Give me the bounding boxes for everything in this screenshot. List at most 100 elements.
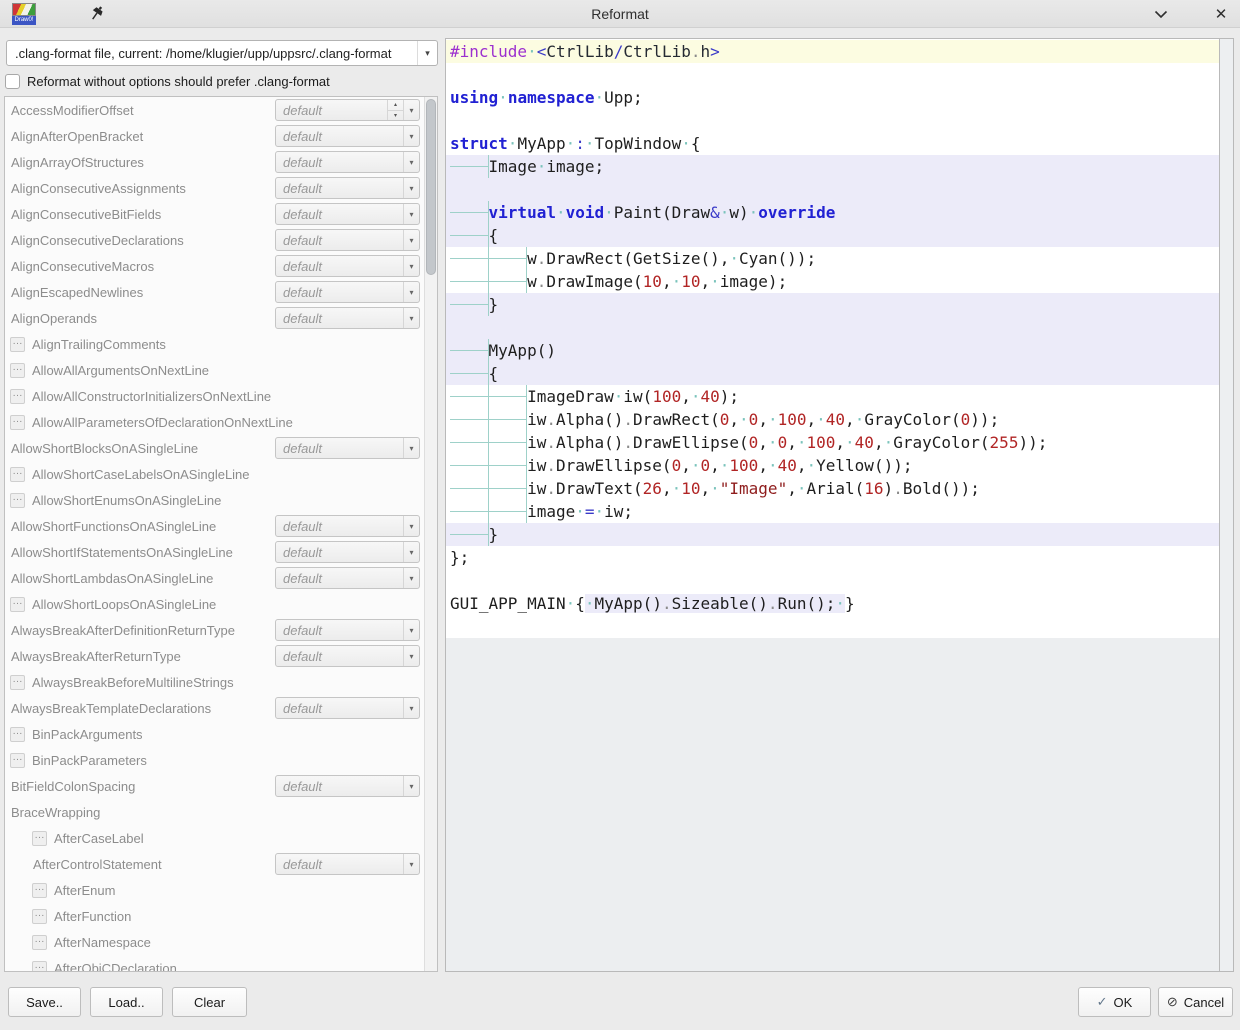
tristate-checkbox[interactable]: ··· xyxy=(32,935,47,950)
option-row: AlignAfterOpenBracketdefault▾ xyxy=(5,123,437,149)
option-dropdown[interactable]: default▾ xyxy=(275,177,420,199)
cancel-button[interactable]: ⊘ Cancel xyxy=(1158,987,1233,1017)
option-dropdown[interactable]: default▾ xyxy=(275,203,420,225)
options-list[interactable]: AccessModifierOffsetdefault▴▾▾AlignAfter… xyxy=(4,96,438,972)
option-row: AllowShortBlocksOnASingleLine default▾ xyxy=(5,435,437,461)
dropdown-arrow-icon[interactable]: ▾ xyxy=(403,646,419,666)
option-dropdown[interactable]: default▾ xyxy=(275,229,420,251)
option-label: AfterControlStatement xyxy=(33,857,162,872)
code-token: ImageDraw xyxy=(527,387,614,406)
option-dropdown[interactable]: default▾ xyxy=(275,853,420,875)
shade-button[interactable] xyxy=(1150,5,1172,23)
dropdown-arrow-icon[interactable]: ▾ xyxy=(403,230,419,250)
dropdown-arrow-icon[interactable]: ▾ xyxy=(403,516,419,536)
option-label: AllowShortBlocksOnASingleLine xyxy=(11,441,198,456)
code-token: · xyxy=(720,203,730,222)
dropdown-arrow-icon[interactable]: ▾ xyxy=(417,41,437,65)
spin-up-icon[interactable]: ▴ xyxy=(388,100,403,111)
code-token: 0 xyxy=(749,433,759,452)
tristate-checkbox[interactable]: ··· xyxy=(10,467,25,482)
ok-button[interactable]: ✓ OK xyxy=(1078,987,1151,1017)
options-scrollbar-thumb[interactable] xyxy=(426,99,436,275)
tristate-checkbox[interactable]: ··· xyxy=(32,831,47,846)
tristate-checkbox[interactable]: ··· xyxy=(10,363,25,378)
options-scrollbar[interactable] xyxy=(424,97,437,971)
option-label: AlignConsecutiveMacros xyxy=(11,259,154,274)
cancel-slash-icon: ⊘ xyxy=(1167,994,1178,1010)
option-dropdown[interactable]: default▾ xyxy=(275,437,420,459)
option-value: default xyxy=(276,646,403,666)
tristate-checkbox[interactable]: ··· xyxy=(32,909,47,924)
save-button[interactable]: Save.. xyxy=(8,987,81,1017)
indent-guide xyxy=(450,201,489,224)
tristate-checkbox[interactable]: ··· xyxy=(10,389,25,404)
code-preview-editor[interactable]: #include·<CtrlLib/CtrlLib.h>using·namesp… xyxy=(445,38,1234,972)
option-dropdown[interactable]: default▾ xyxy=(275,151,420,173)
code-token: iw xyxy=(527,410,546,429)
spin-buttons[interactable]: ▴▾ xyxy=(387,100,403,120)
dropdown-arrow-icon[interactable]: ▾ xyxy=(403,126,419,146)
code-token: · xyxy=(595,502,605,521)
option-dropdown[interactable]: default▾ xyxy=(275,619,420,641)
tristate-checkbox[interactable]: ··· xyxy=(10,753,25,768)
close-button[interactable]: ✕ xyxy=(1210,5,1232,23)
option-dropdown[interactable]: default▾ xyxy=(275,255,420,277)
clang-format-file-select[interactable]: .clang-format file, current: /home/klugi… xyxy=(6,40,438,66)
option-dropdown[interactable]: default▾ xyxy=(275,645,420,667)
dropdown-arrow-icon[interactable]: ▾ xyxy=(403,620,419,640)
code-line: { xyxy=(446,224,1219,247)
option-dropdown[interactable]: default▾ xyxy=(275,697,420,719)
option-dropdown[interactable]: default▾ xyxy=(275,125,420,147)
option-dropdown[interactable]: default▾ xyxy=(275,281,420,303)
spin-down-icon[interactable]: ▾ xyxy=(388,111,403,121)
indent-guide xyxy=(489,477,528,500)
option-dropdown[interactable]: default▾ xyxy=(275,567,420,589)
code-token: Bold()); xyxy=(903,479,980,498)
tristate-checkbox[interactable]: ··· xyxy=(10,415,25,430)
tristate-checkbox[interactable]: ··· xyxy=(32,961,47,973)
code-token: · xyxy=(585,134,595,153)
code-token: Sizeable() xyxy=(672,594,768,613)
code-token: · xyxy=(595,88,605,107)
option-label: AlwaysBreakAfterDefinitionReturnType xyxy=(11,623,235,638)
dropdown-arrow-icon[interactable]: ▾ xyxy=(403,438,419,458)
code-line: #include·<CtrlLib/CtrlLib.h> xyxy=(446,40,1219,63)
code-token: w xyxy=(527,249,537,268)
indent-guide xyxy=(489,385,528,408)
dropdown-arrow-icon[interactable]: ▾ xyxy=(403,698,419,718)
option-dropdown[interactable]: default▴▾▾ xyxy=(275,99,420,121)
code-token: 0 xyxy=(778,433,788,452)
option-value: default xyxy=(276,152,403,172)
code-scrollbar-gutter[interactable] xyxy=(1219,39,1233,971)
code-token: · xyxy=(575,502,585,521)
option-value: default xyxy=(276,256,403,276)
dropdown-arrow-icon[interactable]: ▾ xyxy=(403,100,419,120)
option-dropdown[interactable]: default▾ xyxy=(275,775,420,797)
dropdown-arrow-icon[interactable]: ▾ xyxy=(403,542,419,562)
code-token: . xyxy=(691,42,701,61)
dropdown-arrow-icon[interactable]: ▾ xyxy=(403,204,419,224)
dropdown-arrow-icon[interactable]: ▾ xyxy=(403,256,419,276)
dropdown-arrow-icon[interactable]: ▾ xyxy=(403,282,419,302)
option-row: AlignConsecutiveBitFieldsdefault▾ xyxy=(5,201,437,227)
code-token: · xyxy=(672,479,682,498)
prefer-clang-format-checkbox[interactable] xyxy=(5,74,20,89)
tristate-checkbox[interactable]: ··· xyxy=(10,727,25,742)
dropdown-arrow-icon[interactable]: ▾ xyxy=(403,152,419,172)
dropdown-arrow-icon[interactable]: ▾ xyxy=(403,776,419,796)
code-token: , xyxy=(700,272,710,291)
clear-button[interactable]: Clear xyxy=(172,987,247,1017)
option-dropdown[interactable]: default▾ xyxy=(275,515,420,537)
tristate-checkbox[interactable]: ··· xyxy=(10,493,25,508)
dropdown-arrow-icon[interactable]: ▾ xyxy=(403,568,419,588)
option-dropdown[interactable]: default▾ xyxy=(275,307,420,329)
tristate-checkbox[interactable]: ··· xyxy=(10,337,25,352)
dropdown-arrow-icon[interactable]: ▾ xyxy=(403,308,419,328)
tristate-checkbox[interactable]: ··· xyxy=(10,675,25,690)
tristate-checkbox[interactable]: ··· xyxy=(10,597,25,612)
option-dropdown[interactable]: default▾ xyxy=(275,541,420,563)
dropdown-arrow-icon[interactable]: ▾ xyxy=(403,178,419,198)
load-button[interactable]: Load.. xyxy=(90,987,163,1017)
dropdown-arrow-icon[interactable]: ▾ xyxy=(403,854,419,874)
tristate-checkbox[interactable]: ··· xyxy=(32,883,47,898)
